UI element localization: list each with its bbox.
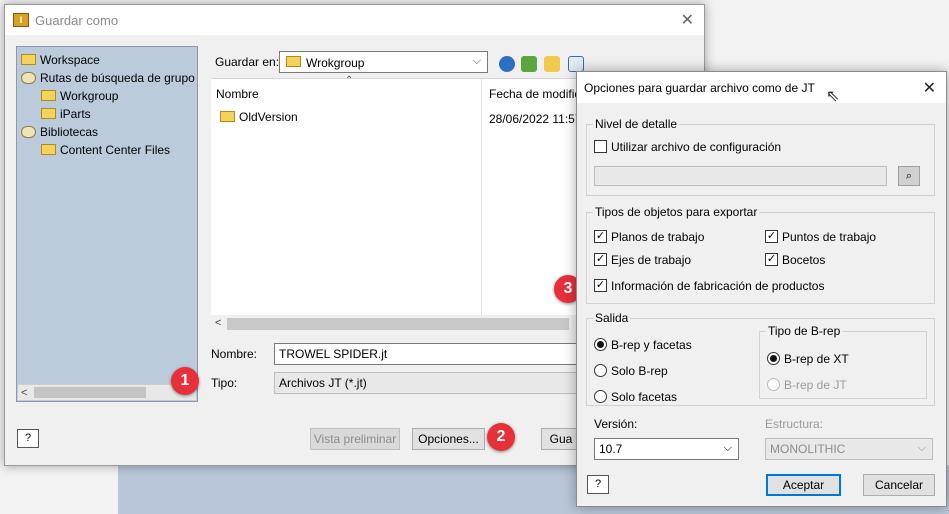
save-in-dropdown[interactable]: Wrokgroup ⌵ <box>279 51 488 73</box>
options-button[interactable]: Opciones... <box>412 428 485 450</box>
library-icon <box>21 125 36 138</box>
jt-dialog-titlebar: Opciones para guardar archivo como de JT… <box>577 72 946 103</box>
back-icon[interactable] <box>499 56 515 72</box>
tree-item-content-center[interactable]: Content Center Files <box>41 141 170 159</box>
brep-type-legend: Tipo de B-rep <box>766 324 843 338</box>
tree-item-libraries[interactable]: Bibliotecas <box>21 123 98 141</box>
scroll-thumb[interactable] <box>227 318 569 330</box>
step-badge-2: 2 <box>487 423 515 451</box>
folder-icon <box>41 144 56 156</box>
jt-options-dialog: Opciones para guardar archivo como de JT… <box>576 71 947 507</box>
file-name-label: Nombre: <box>211 347 258 361</box>
pmi-checkbox[interactable]: ✓ <box>594 279 607 292</box>
file-list[interactable]: ⌃ Nombre Fecha de modific OldVersion 28/… <box>211 75 582 332</box>
accept-button[interactable]: Aceptar <box>766 474 841 496</box>
save-dialog-title: Guardar como <box>35 13 119 28</box>
tree-item-workspace[interactable]: Workspace <box>21 51 100 69</box>
file-type-label: Tipo: <box>211 376 238 390</box>
scroll-left-icon[interactable]: < <box>21 385 27 401</box>
help-button[interactable]: ? <box>17 429 39 448</box>
folder-icon <box>220 111 235 123</box>
step-badge-1: 1 <box>171 367 199 395</box>
tree-item-group-paths[interactable]: Rutas de búsqueda de grupo <box>21 69 195 87</box>
brep-jt-label: B-rep de JT <box>784 378 847 392</box>
work-points-label: Puntos de trabajo <box>782 230 877 244</box>
mouse-cursor-icon: ⇖ <box>826 88 840 105</box>
structure-label: Estructura: <box>765 417 824 431</box>
tree-item-workgroup[interactable]: Workgroup <box>41 87 118 105</box>
detail-level-legend: Nivel de detalle <box>593 117 680 131</box>
export-types-group: Tipos de objetos para exportar ✓ Planos … <box>586 205 935 304</box>
chevron-down-icon: ⌵ <box>472 55 481 67</box>
cancel-button[interactable]: Cancelar <box>863 474 935 496</box>
file-name-input[interactable]: TROWEL SPIDER.jt <box>274 343 580 365</box>
chevron-down-icon: ⌵ <box>917 442 926 454</box>
scroll-thumb[interactable] <box>34 387 146 398</box>
brep-type-group: Tipo de B-rep B-rep de XT B-rep de JT <box>759 324 927 399</box>
brep-facets-label: B-rep y facetas <box>611 338 692 352</box>
brep-xt-label: B-rep de XT <box>784 352 849 366</box>
use-config-checkbox[interactable] <box>594 140 607 153</box>
new-folder-icon[interactable] <box>544 56 560 72</box>
folder-icon <box>21 54 36 66</box>
brep-jt-radio[interactable] <box>767 378 780 391</box>
detail-level-group: Nivel de detalle Utilizar archivo de con… <box>586 117 935 196</box>
browse-icon[interactable]: ⌕ <box>898 166 920 186</box>
save-in-label: Guardar en: <box>215 55 280 69</box>
folder-icon <box>286 56 301 67</box>
work-planes-checkbox[interactable]: ✓ <box>594 230 607 243</box>
jt-dialog-title: Opciones para guardar archivo como de JT <box>584 81 815 95</box>
column-header-date[interactable]: Fecha de modific <box>489 87 580 101</box>
close-icon[interactable]: ✕ <box>923 78 936 98</box>
work-axes-checkbox[interactable]: ✓ <box>594 253 607 266</box>
chevron-down-icon: ⌵ <box>723 442 732 454</box>
brep-xt-radio[interactable] <box>767 352 780 365</box>
sort-arrow-icon: ⌃ <box>345 75 354 86</box>
list-item[interactable]: OldVersion <box>220 110 298 124</box>
help-button[interactable]: ? <box>587 475 609 494</box>
sketches-checkbox[interactable]: ✓ <box>765 253 778 266</box>
output-group: Salida B-rep y facetas Solo B-rep Solo f… <box>586 311 935 406</box>
pmi-label: Información de fabricación de productos <box>611 279 825 293</box>
inventor-app-icon: I <box>13 13 29 27</box>
facets-only-label: Solo facetas <box>611 390 678 404</box>
work-axes-label: Ejes de trabajo <box>611 253 692 267</box>
folder-icon <box>41 90 56 102</box>
version-dropdown[interactable]: 10.7 ⌵ <box>594 438 739 460</box>
save-dialog-titlebar: I Guardar como ✕ <box>5 5 704 35</box>
file-date: 28/06/2022 11:57 <box>489 112 582 126</box>
version-label: Versión: <box>594 417 638 431</box>
save-button[interactable]: Gua <box>541 428 581 450</box>
brep-facets-radio[interactable] <box>594 338 607 351</box>
file-list-horizontal-scrollbar[interactable]: < <box>211 315 581 332</box>
location-tree[interactable]: Workspace Rutas de búsqueda de grupo Wor… <box>16 46 198 402</box>
config-path-input[interactable] <box>594 166 887 186</box>
export-types-legend: Tipos de objetos para exportar <box>593 205 760 219</box>
close-icon[interactable]: ✕ <box>681 10 694 30</box>
sketches-label: Bocetos <box>782 253 826 267</box>
output-legend: Salida <box>593 311 631 325</box>
column-header-name[interactable]: Nombre <box>216 87 259 101</box>
file-type-dropdown[interactable]: Archivos JT (*.jt) <box>274 372 580 394</box>
folder-icon <box>41 108 56 120</box>
up-folder-icon[interactable] <box>521 56 537 72</box>
scroll-left-icon[interactable]: < <box>215 315 221 331</box>
use-config-label: Utilizar archivo de configuración <box>611 140 782 154</box>
tree-item-iparts[interactable]: iParts <box>41 105 91 123</box>
facets-only-radio[interactable] <box>594 390 607 403</box>
library-icon <box>21 71 36 84</box>
tree-horizontal-scrollbar[interactable]: < <box>18 384 196 400</box>
column-divider <box>481 79 482 319</box>
brep-only-radio[interactable] <box>594 364 607 377</box>
preview-button[interactable]: Vista preliminar <box>310 428 400 450</box>
work-planes-label: Planos de trabajo <box>611 230 705 244</box>
view-menu-icon[interactable] <box>568 56 584 72</box>
brep-only-label: Solo B-rep <box>611 364 668 378</box>
work-points-checkbox[interactable]: ✓ <box>765 230 778 243</box>
structure-dropdown[interactable]: MONOLITHIC ⌵ <box>765 438 933 460</box>
